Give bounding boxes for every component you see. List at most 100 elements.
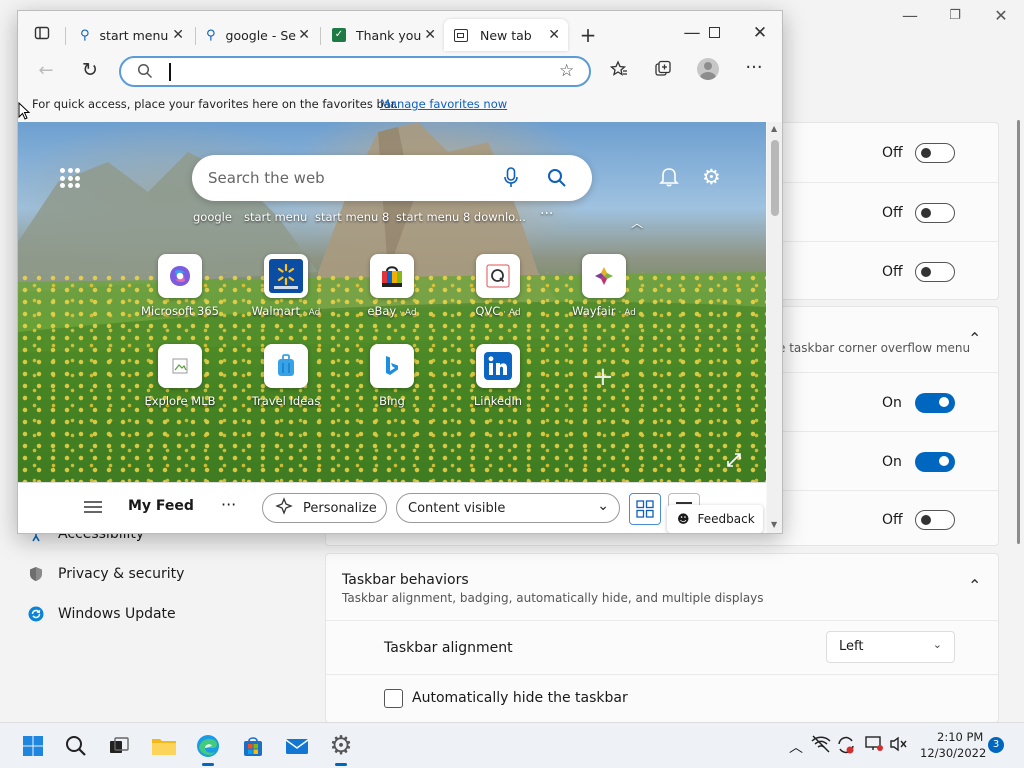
sync-error-icon[interactable]	[836, 735, 856, 759]
add-site-icon[interactable]: +	[592, 362, 614, 392]
tile-label: LinkedIn	[473, 394, 523, 408]
overflow-section-description: e taskbar corner overflow menu	[778, 341, 971, 355]
settings-restore-button[interactable]: ❐	[935, 8, 975, 23]
tile-wayfair[interactable]: Wayfair · Ad	[549, 254, 659, 318]
quick-link-start-menu[interactable]: start menu	[244, 210, 307, 224]
collections-icon[interactable]	[649, 60, 677, 83]
tile-linkedin[interactable]: LinkedIn	[443, 344, 553, 408]
search-icon[interactable]	[547, 168, 567, 192]
taskbar-behaviors-header[interactable]: Taskbar behaviors Taskbar alignment, bad…	[326, 554, 998, 620]
tab-new-tab[interactable]: New tab ✕	[444, 19, 568, 51]
feedback-button[interactable]: ☻ Feedback	[667, 505, 763, 533]
tab-google-search[interactable]: ⚲ google - Se ✕	[196, 19, 318, 51]
content-visibility-dropdown[interactable]: Content visible ⌄	[396, 493, 620, 523]
clock-time[interactable]: 2:10 PM	[937, 730, 983, 744]
add-favorite-icon[interactable]: ☆	[559, 61, 574, 81]
quick-link-google[interactable]: google	[193, 210, 232, 224]
tab-thank-you[interactable]: ✓ Thank you ✕	[322, 19, 444, 51]
more-options-icon[interactable]: ···	[740, 57, 768, 78]
chevron-down-icon: ⌄	[932, 638, 942, 651]
page-scrollbar[interactable]: ▲ ▼	[767, 122, 782, 533]
start-button[interactable]	[20, 733, 46, 759]
tile-ebay[interactable]: eBay · Ad	[337, 254, 447, 318]
web-search-box[interactable]: Search the web	[192, 155, 592, 201]
chevron-up-icon[interactable]: ⌃	[968, 576, 981, 595]
clock-date[interactable]: 12/30/2022	[920, 746, 986, 760]
manage-favorites-link[interactable]: Manage favorites now	[380, 97, 507, 111]
refresh-icon[interactable]: ↻	[76, 59, 104, 81]
close-icon[interactable]: ✕	[298, 27, 310, 43]
scrollbar-thumb[interactable]	[771, 140, 779, 216]
collapse-chevron-icon[interactable]: ︿	[631, 214, 643, 231]
back-arrow-icon[interactable]: ←	[32, 60, 60, 81]
scroll-up-arrow-icon[interactable]: ▲	[771, 124, 777, 133]
feed-title[interactable]: My Feed	[128, 498, 194, 514]
settings-minimize-button[interactable]: —	[890, 6, 930, 25]
microsoft-store-button[interactable]	[240, 733, 266, 759]
edge-icon	[197, 735, 219, 757]
profile-avatar[interactable]	[694, 58, 722, 85]
taskbar-alignment-label: Taskbar alignment	[384, 640, 513, 656]
personalize-button[interactable]: Personalize	[262, 493, 387, 523]
tab-start-menu[interactable]: ⚲ start menu ✕	[70, 19, 192, 51]
tile-label: Microsoft 365	[141, 304, 219, 318]
hamburger-menu-icon[interactable]	[84, 499, 102, 518]
toggle-switch[interactable]	[915, 262, 955, 282]
tile-bing[interactable]: Bing	[337, 344, 447, 408]
toggle-switch[interactable]	[915, 203, 955, 223]
sidebar-item-windows-update[interactable]: Windows Update	[28, 606, 176, 622]
tile-microsoft-365[interactable]: Microsoft 365	[125, 254, 235, 318]
file-explorer-button[interactable]	[151, 733, 177, 759]
close-icon[interactable]: ✕	[172, 27, 184, 43]
search-button[interactable]	[63, 733, 89, 759]
settings-close-button[interactable]: ✕	[981, 6, 1021, 25]
settings-scrollbar[interactable]	[1017, 120, 1020, 544]
toggle-switch[interactable]	[915, 143, 955, 163]
shield-icon	[28, 566, 44, 582]
toggle-state-label: Off	[882, 512, 903, 528]
taskbar-alignment-dropdown[interactable]: Left ⌄	[826, 631, 955, 663]
notification-count-badge[interactable]: 3	[988, 737, 1004, 753]
tab-label: start menu	[99, 27, 169, 43]
show-hidden-icons-chevron-icon[interactable]: ︿	[789, 737, 803, 757]
mail-button[interactable]	[284, 733, 310, 759]
tab-actions-icon[interactable]	[28, 25, 56, 46]
tile-explore-mlb[interactable]: Explore MLB	[125, 344, 235, 408]
chevron-up-icon[interactable]: ⌃	[968, 329, 981, 348]
volume-muted-icon[interactable]	[889, 735, 909, 757]
search-icon	[137, 63, 153, 83]
network-disconnected-icon[interactable]	[811, 735, 831, 757]
new-tab-button[interactable]: +	[574, 23, 602, 47]
maximize-button[interactable]	[700, 23, 728, 43]
apps-launcher-icon[interactable]	[60, 168, 80, 188]
close-icon[interactable]: ✕	[424, 27, 436, 43]
grid-view-button[interactable]	[629, 493, 661, 525]
expand-icon[interactable]	[726, 452, 742, 472]
toggle-switch[interactable]	[915, 452, 955, 472]
settings-gear-icon[interactable]: ⚙	[702, 165, 721, 189]
more-quick-links-icon[interactable]: ···	[540, 206, 553, 222]
tile-qvc[interactable]: QVC · Ad	[443, 254, 553, 318]
favorites-bar-tip: For quick access, place your favorites h…	[32, 97, 399, 111]
address-bar[interactable]: ☆	[119, 56, 591, 87]
tile-travel-ideas[interactable]: Travel Ideas	[231, 344, 341, 408]
quick-link-start-menu-8-download[interactable]: start menu 8 downlo...	[396, 210, 526, 224]
microphone-icon[interactable]	[503, 167, 519, 193]
close-icon[interactable]: ✕	[548, 27, 560, 43]
toggle-switch[interactable]	[915, 510, 955, 530]
task-view-button[interactable]	[106, 733, 132, 759]
edge-taskbar-button[interactable]	[195, 733, 221, 766]
tab-label: google - Se	[225, 27, 296, 43]
sidebar-item-privacy-security[interactable]: Privacy & security	[28, 566, 184, 582]
tile-walmart[interactable]: Walmart · Ad	[231, 254, 341, 318]
favorites-icon[interactable]	[605, 60, 633, 83]
close-button[interactable]: ✕	[746, 23, 774, 43]
settings-taskbar-button[interactable]: ⚙	[328, 733, 354, 766]
scroll-down-arrow-icon[interactable]: ▼	[771, 520, 777, 529]
display-battery-icon[interactable]	[864, 735, 884, 757]
quick-link-start-menu-8[interactable]: start menu 8	[315, 210, 389, 224]
toggle-switch[interactable]	[915, 393, 955, 413]
feed-more-options-icon[interactable]: ···	[221, 495, 236, 514]
notifications-bell-icon[interactable]	[658, 165, 680, 191]
autohide-checkbox[interactable]	[384, 689, 403, 708]
